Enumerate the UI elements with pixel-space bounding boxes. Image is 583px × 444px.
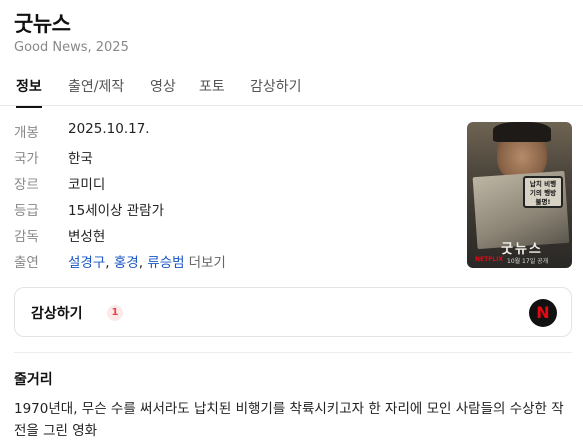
poster-headline: 납치 비행기의 행방불명! [523,176,563,208]
poster-hair [493,122,551,142]
info-value: 한국 [68,151,93,167]
info-value: 15세이상 관람가 [68,203,164,219]
tab-info[interactable]: 정보 [16,76,42,108]
plot-text: 1970년대, 무슨 수를 써서라도 납치된 비행기를 착륙시키고자 한 자리에… [14,401,564,439]
poster-brand: NETFLIX [475,256,503,263]
plot-heading: 줄거리 [14,372,53,388]
info-key: 등급 [14,203,39,219]
cast-separator: , [138,255,143,271]
info-value: 코미디 [68,177,106,193]
cast-list: 설경구, 홍경, 류승범 더보기 [68,251,226,271]
info-key: 국가 [14,151,39,167]
watch-label: 감상하기 [31,306,83,322]
info-key: 감독 [14,229,39,245]
page-title: 굿뉴스 [14,12,71,36]
poster-title: 굿뉴스 [501,242,543,257]
movie-poster[interactable]: 납치 비행기의 행방불명! 굿뉴스 NETFLIX 10월 17일 공개 [467,122,572,268]
page-subtitle: Good News, 2025 [14,40,129,55]
cast-separator: , [105,255,110,271]
info-key: 장르 [14,177,39,193]
netflix-glyph: N [536,303,550,322]
tab-videos[interactable]: 영상 [150,76,176,96]
info-key: 개봉 [14,125,39,141]
cast-link[interactable]: 홍경 [114,255,139,271]
info-value: 2025.10.17. [68,121,150,137]
cast-link[interactable]: 류승범 [147,255,184,271]
tab-photos[interactable]: 포토 [199,76,225,96]
cast-link[interactable]: 설경구 [68,255,105,271]
section-divider [14,352,572,353]
tab-bar: 정보 출연/제작 영상 포토 감상하기 [0,68,583,108]
tab-watch[interactable]: 감상하기 [250,76,302,96]
tab-cast-crew[interactable]: 출연/제작 [68,76,124,96]
netflix-icon[interactable]: N [529,299,557,327]
director-link[interactable]: 변성현 [68,225,105,245]
poster-date: 10월 17일 공개 [507,258,549,265]
watch-count-badge: 1 [107,305,123,321]
info-key: 출연 [14,255,39,271]
cast-more-link[interactable]: 더보기 [189,255,226,271]
watch-section[interactable]: 감상하기 1 N [14,287,572,337]
